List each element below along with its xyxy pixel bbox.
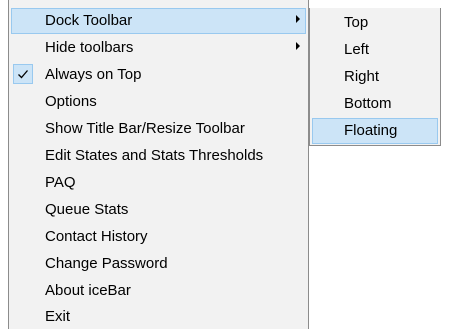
menu-item-change-password[interactable]: Change Password — [11, 251, 306, 277]
chevron-right-icon — [296, 15, 300, 23]
menu-item-options[interactable]: Options — [11, 89, 306, 115]
menu-item-show-title-bar[interactable]: Show Title Bar/Resize Toolbar — [11, 116, 306, 142]
menu-item-label: Dock Toolbar — [45, 12, 133, 29]
submenu-item-floating[interactable]: Floating — [312, 118, 438, 144]
menu-item-contact-history[interactable]: Contact History — [11, 224, 306, 250]
menu-item-dock-toolbar[interactable]: Dock Toolbar — [11, 8, 306, 34]
menu-item-label: About iceBar — [45, 282, 131, 299]
menu-item-edit-states-thresholds[interactable]: Edit States and Stats Thresholds — [11, 143, 306, 169]
menu-item-label: Queue Stats — [45, 201, 129, 218]
submenu-item-label: Bottom — [344, 95, 392, 112]
menu-item-label: Hide toolbars — [45, 39, 134, 56]
menu-item-label: Change Password — [45, 255, 168, 272]
submenu-item-label: Left — [344, 41, 370, 58]
menu-item-label: PAQ — [45, 174, 76, 191]
menu-item-about[interactable]: About iceBar — [11, 278, 306, 304]
menu-item-label: Show Title Bar/Resize Toolbar — [45, 120, 245, 137]
chevron-right-icon — [296, 42, 300, 50]
checkmark-icon — [13, 64, 33, 84]
submenu-item-right[interactable]: Right — [312, 64, 438, 90]
menu-item-label: Edit States and Stats Thresholds — [45, 147, 264, 164]
menu-item-always-on-top[interactable]: Always on Top — [11, 62, 306, 88]
submenu-item-label: Floating — [344, 122, 398, 139]
menu-item-paq[interactable]: PAQ — [11, 170, 306, 196]
menu-item-label: Always on Top — [45, 66, 142, 83]
context-menu: Dock Toolbar Hide toolbars Always on Top… — [8, 0, 309, 329]
dock-toolbar-submenu: Top Left Right Bottom Floating — [309, 8, 441, 146]
menu-item-label: Contact History — [45, 228, 148, 245]
submenu-item-left[interactable]: Left — [312, 37, 438, 63]
menu-item-queue-stats[interactable]: Queue Stats — [11, 197, 306, 223]
menu-item-hide-toolbars[interactable]: Hide toolbars — [11, 35, 306, 61]
submenu-item-label: Top — [344, 14, 369, 31]
menu-item-label: Exit — [45, 308, 71, 325]
menu-item-exit[interactable]: Exit — [11, 304, 306, 330]
submenu-item-label: Right — [344, 68, 380, 85]
menu-item-label: Options — [45, 93, 97, 110]
submenu-item-bottom[interactable]: Bottom — [312, 91, 438, 117]
submenu-item-top[interactable]: Top — [312, 10, 438, 36]
